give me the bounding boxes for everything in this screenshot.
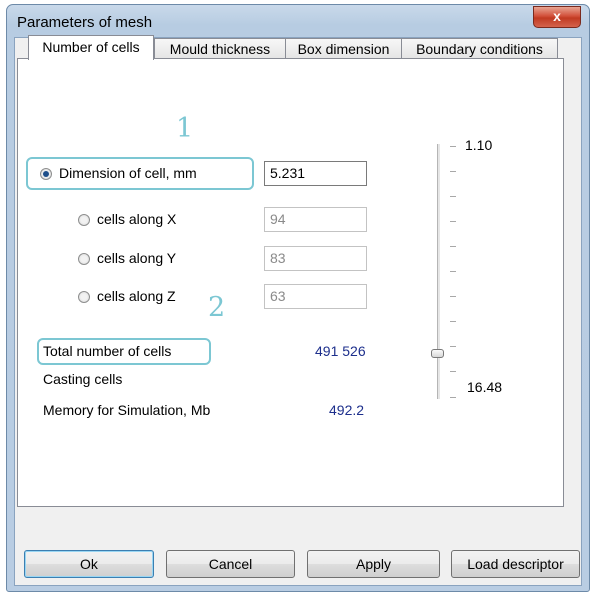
- slider-tick: [450, 271, 456, 272]
- slider-tick: [450, 196, 456, 197]
- window-title: Parameters of mesh: [17, 14, 153, 31]
- slider-max-label: 1.10: [465, 137, 493, 153]
- cells-along-z-input[interactable]: 63: [264, 284, 367, 309]
- ok-button[interactable]: Ok: [24, 550, 154, 578]
- total-number-of-cells-value: 491 526: [315, 343, 366, 359]
- memory-for-simulation-value: 492.2: [329, 402, 365, 418]
- cells-along-z-radio[interactable]: [78, 291, 90, 303]
- slider-tick: [450, 397, 456, 398]
- close-icon: x: [553, 8, 561, 24]
- cells-along-z-label: cells along Z: [97, 288, 176, 304]
- dimension-of-cell-input[interactable]: 5.231: [264, 161, 367, 186]
- annotation-number-2: 2: [208, 292, 226, 323]
- slider-tick: [450, 346, 456, 347]
- tab-boundary-conditions[interactable]: Boundary conditions: [401, 38, 558, 59]
- tab-label: Number of cells: [42, 39, 140, 55]
- slider-tick: [450, 171, 456, 172]
- apply-button[interactable]: Apply: [307, 550, 440, 578]
- close-button[interactable]: x: [533, 6, 581, 28]
- casting-cells-label: Casting cells: [43, 371, 123, 387]
- tab-panel: [17, 58, 564, 507]
- title-bar[interactable]: Parameters of mesh x: [7, 5, 589, 37]
- cells-along-x-label: cells along X: [97, 211, 177, 227]
- cells-along-x-radio[interactable]: [78, 214, 90, 226]
- cancel-button[interactable]: Cancel: [166, 550, 295, 578]
- cell-size-slider-thumb[interactable]: [431, 349, 444, 358]
- total-number-of-cells-label: Total number of cells: [43, 343, 172, 359]
- cells-along-y-label: cells along Y: [97, 250, 177, 266]
- cell-size-slider-track[interactable]: [437, 144, 440, 399]
- slider-min-label: 16.48: [467, 379, 503, 395]
- tab-label: Box dimension: [297, 41, 390, 57]
- slider-tick: [450, 146, 456, 147]
- slider-tick: [450, 321, 456, 322]
- tab-number-of-cells[interactable]: Number of cells: [28, 35, 154, 60]
- cells-along-y-radio[interactable]: [78, 253, 90, 265]
- load-descriptor-button[interactable]: Load descriptor: [451, 550, 580, 578]
- slider-tick: [450, 221, 456, 222]
- tab-mould-thickness[interactable]: Mould thickness: [154, 38, 286, 59]
- slider-tick: [450, 371, 456, 372]
- tab-label: Mould thickness: [169, 41, 271, 57]
- annotation-number-1: 1: [176, 113, 194, 144]
- memory-for-simulation-label: Memory for Simulation, Mb: [43, 402, 211, 418]
- tab-box-dimension[interactable]: Box dimension: [285, 38, 402, 59]
- dimension-of-cell-label: Dimension of cell, mm: [59, 165, 197, 181]
- slider-tick: [450, 296, 456, 297]
- dimension-of-cell-radio[interactable]: [40, 168, 52, 180]
- slider-tick: [450, 246, 456, 247]
- cells-along-x-input[interactable]: 94: [264, 207, 367, 232]
- tab-label: Boundary conditions: [416, 41, 543, 57]
- cells-along-y-input[interactable]: 83: [264, 246, 367, 271]
